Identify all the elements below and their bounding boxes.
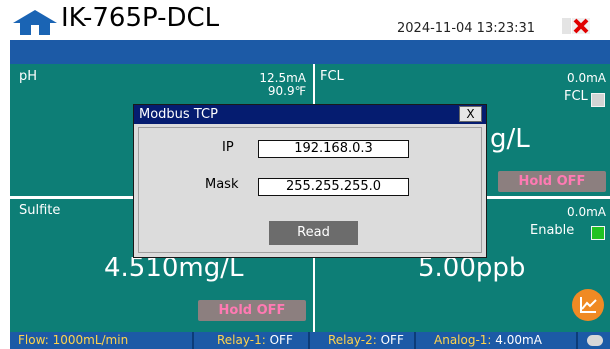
ip-input[interactable]: 192.168.0.3 xyxy=(258,140,409,158)
ph-temperature: 90.9℉ xyxy=(267,84,306,98)
ph-readings: 12.5mA 90.9℉ xyxy=(250,72,306,98)
relay1-key: Relay-1: xyxy=(217,333,266,347)
fcl-toggle-label: FCL xyxy=(564,89,588,104)
analog1-status: Analog-1: 4.00mA xyxy=(434,333,542,347)
flow-text: Flow: 1000mL/min xyxy=(18,333,129,347)
panel4-current: 0.0mA xyxy=(567,205,606,219)
dialog-titlebar: Modbus TCP X xyxy=(134,105,486,124)
status-separator xyxy=(414,332,416,349)
enable-checkbox[interactable] xyxy=(591,226,605,240)
relay1-status: Relay-1: OFF xyxy=(217,333,293,347)
close-icon[interactable] xyxy=(562,16,590,36)
fcl-hold-button[interactable]: Hold OFF xyxy=(498,171,606,192)
home-icon[interactable] xyxy=(12,9,58,35)
sulfite-label: Sulfite xyxy=(19,203,61,218)
enable-label: Enable xyxy=(530,223,575,238)
relay2-key: Relay-2: xyxy=(328,333,377,347)
header-bar: IK-765P-DCL 2024-11-04 13:23:31 xyxy=(0,0,610,40)
relay1-value: OFF xyxy=(265,333,293,347)
dialog-title: Modbus TCP xyxy=(139,107,218,122)
relay2-value: OFF xyxy=(376,333,404,347)
top-blue-bar xyxy=(10,40,610,64)
status-separator xyxy=(192,332,194,349)
status-separator xyxy=(308,332,310,349)
connection-indicator-icon xyxy=(587,335,603,346)
mask-label: Mask xyxy=(205,177,239,192)
flow-status: Flow: 1000mL/min xyxy=(18,333,128,347)
datetime: 2024-11-04 13:23:31 xyxy=(397,21,536,36)
dialog-close-button[interactable]: X xyxy=(459,106,482,122)
device-title: IK-765P-DCL xyxy=(61,3,220,33)
dialog-body: IP 192.168.0.3 Mask 255.255.255.0 Read xyxy=(138,127,482,253)
relay2-status: Relay-2: OFF xyxy=(328,333,404,347)
fcl-checkbox[interactable] xyxy=(591,93,605,107)
sulfite-hold-button[interactable]: Hold OFF xyxy=(198,300,306,321)
read-button[interactable]: Read xyxy=(269,221,358,245)
modbus-tcp-dialog: Modbus TCP X IP 192.168.0.3 Mask 255.255… xyxy=(133,104,487,258)
trend-chart-icon[interactable] xyxy=(572,289,604,321)
analog1-key: Analog-1: xyxy=(434,333,492,347)
mask-input[interactable]: 255.255.255.0 xyxy=(258,178,409,196)
fcl-current: 0.0mA xyxy=(567,71,606,85)
ph-label: pH xyxy=(19,69,38,84)
fcl-label: FCL xyxy=(320,69,344,84)
fcl-value: g/L xyxy=(490,124,530,154)
status-separator xyxy=(576,332,578,349)
status-bar: Flow: 1000mL/min Relay-1: OFF Relay-2: O… xyxy=(10,332,610,349)
ip-label: IP xyxy=(222,140,234,155)
analog1-value: 4.00mA xyxy=(491,333,542,347)
